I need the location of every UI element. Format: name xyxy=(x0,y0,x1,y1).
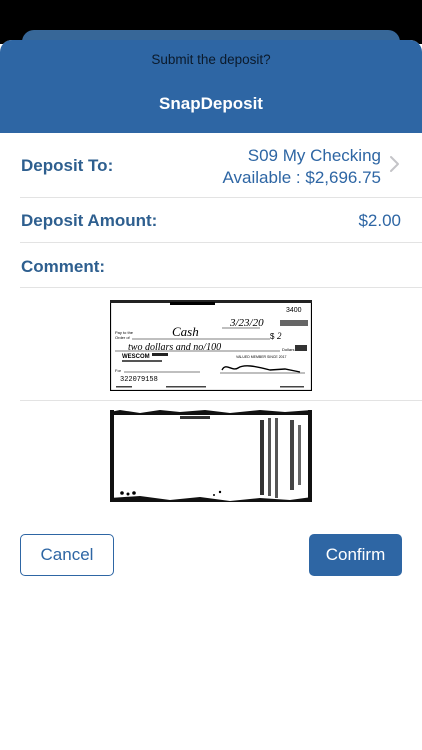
check-payee: Cash xyxy=(172,324,199,339)
deposit-to-label: Deposit To: xyxy=(21,156,114,175)
deposit-to-row[interactable]: Deposit To: S09 My Checking Available : … xyxy=(20,133,422,198)
deposit-amount-value: $2.00 xyxy=(358,211,401,230)
confirm-button[interactable]: Confirm xyxy=(309,534,402,576)
check-amount-numeric: 2 xyxy=(277,331,282,341)
svg-text:$: $ xyxy=(270,332,275,341)
chevron-right-icon xyxy=(390,156,399,172)
svg-text:For: For xyxy=(115,368,122,373)
account-name: S09 My Checking xyxy=(247,146,381,165)
svg-text:Order of: Order of xyxy=(115,335,131,340)
check-back-image xyxy=(110,410,312,502)
check-dollars-label: Dollars xyxy=(282,347,294,352)
app-title: SnapDeposit xyxy=(159,94,263,113)
cancel-button[interactable]: Cancel xyxy=(20,534,114,576)
check-date: 3/23/20 xyxy=(229,317,264,329)
check-front-image: 3400 3/23/20 Pay to the Order of Cash $ … xyxy=(110,300,312,391)
deposit-sheet: Submit the deposit? SnapDeposit Deposit … xyxy=(0,40,422,750)
deposit-amount-label: Deposit Amount: xyxy=(21,211,158,230)
check-micr-line: 322079158 xyxy=(120,376,158,384)
comment-row[interactable]: Comment: xyxy=(20,243,422,288)
header: Submit the deposit? SnapDeposit xyxy=(0,40,422,133)
account-available: Available : $2,696.75 xyxy=(222,168,381,187)
check-bank-logo: WESCOM xyxy=(122,354,150,360)
confirm-prompt: Submit the deposit? xyxy=(151,52,271,67)
check-number: 3400 xyxy=(286,307,302,314)
check-amount-written: two dollars and no/100 xyxy=(128,342,221,353)
comment-label: Comment: xyxy=(21,257,106,276)
account-info: S09 My Checking Available : $2,696.75 xyxy=(223,145,381,189)
deposit-amount-row: Deposit Amount: $2.00 xyxy=(20,198,422,243)
check-front-row: 3400 3/23/20 Pay to the Order of Cash $ … xyxy=(20,288,422,401)
check-member-text: VALUED MEMBER SINCE 2017 xyxy=(236,355,287,359)
